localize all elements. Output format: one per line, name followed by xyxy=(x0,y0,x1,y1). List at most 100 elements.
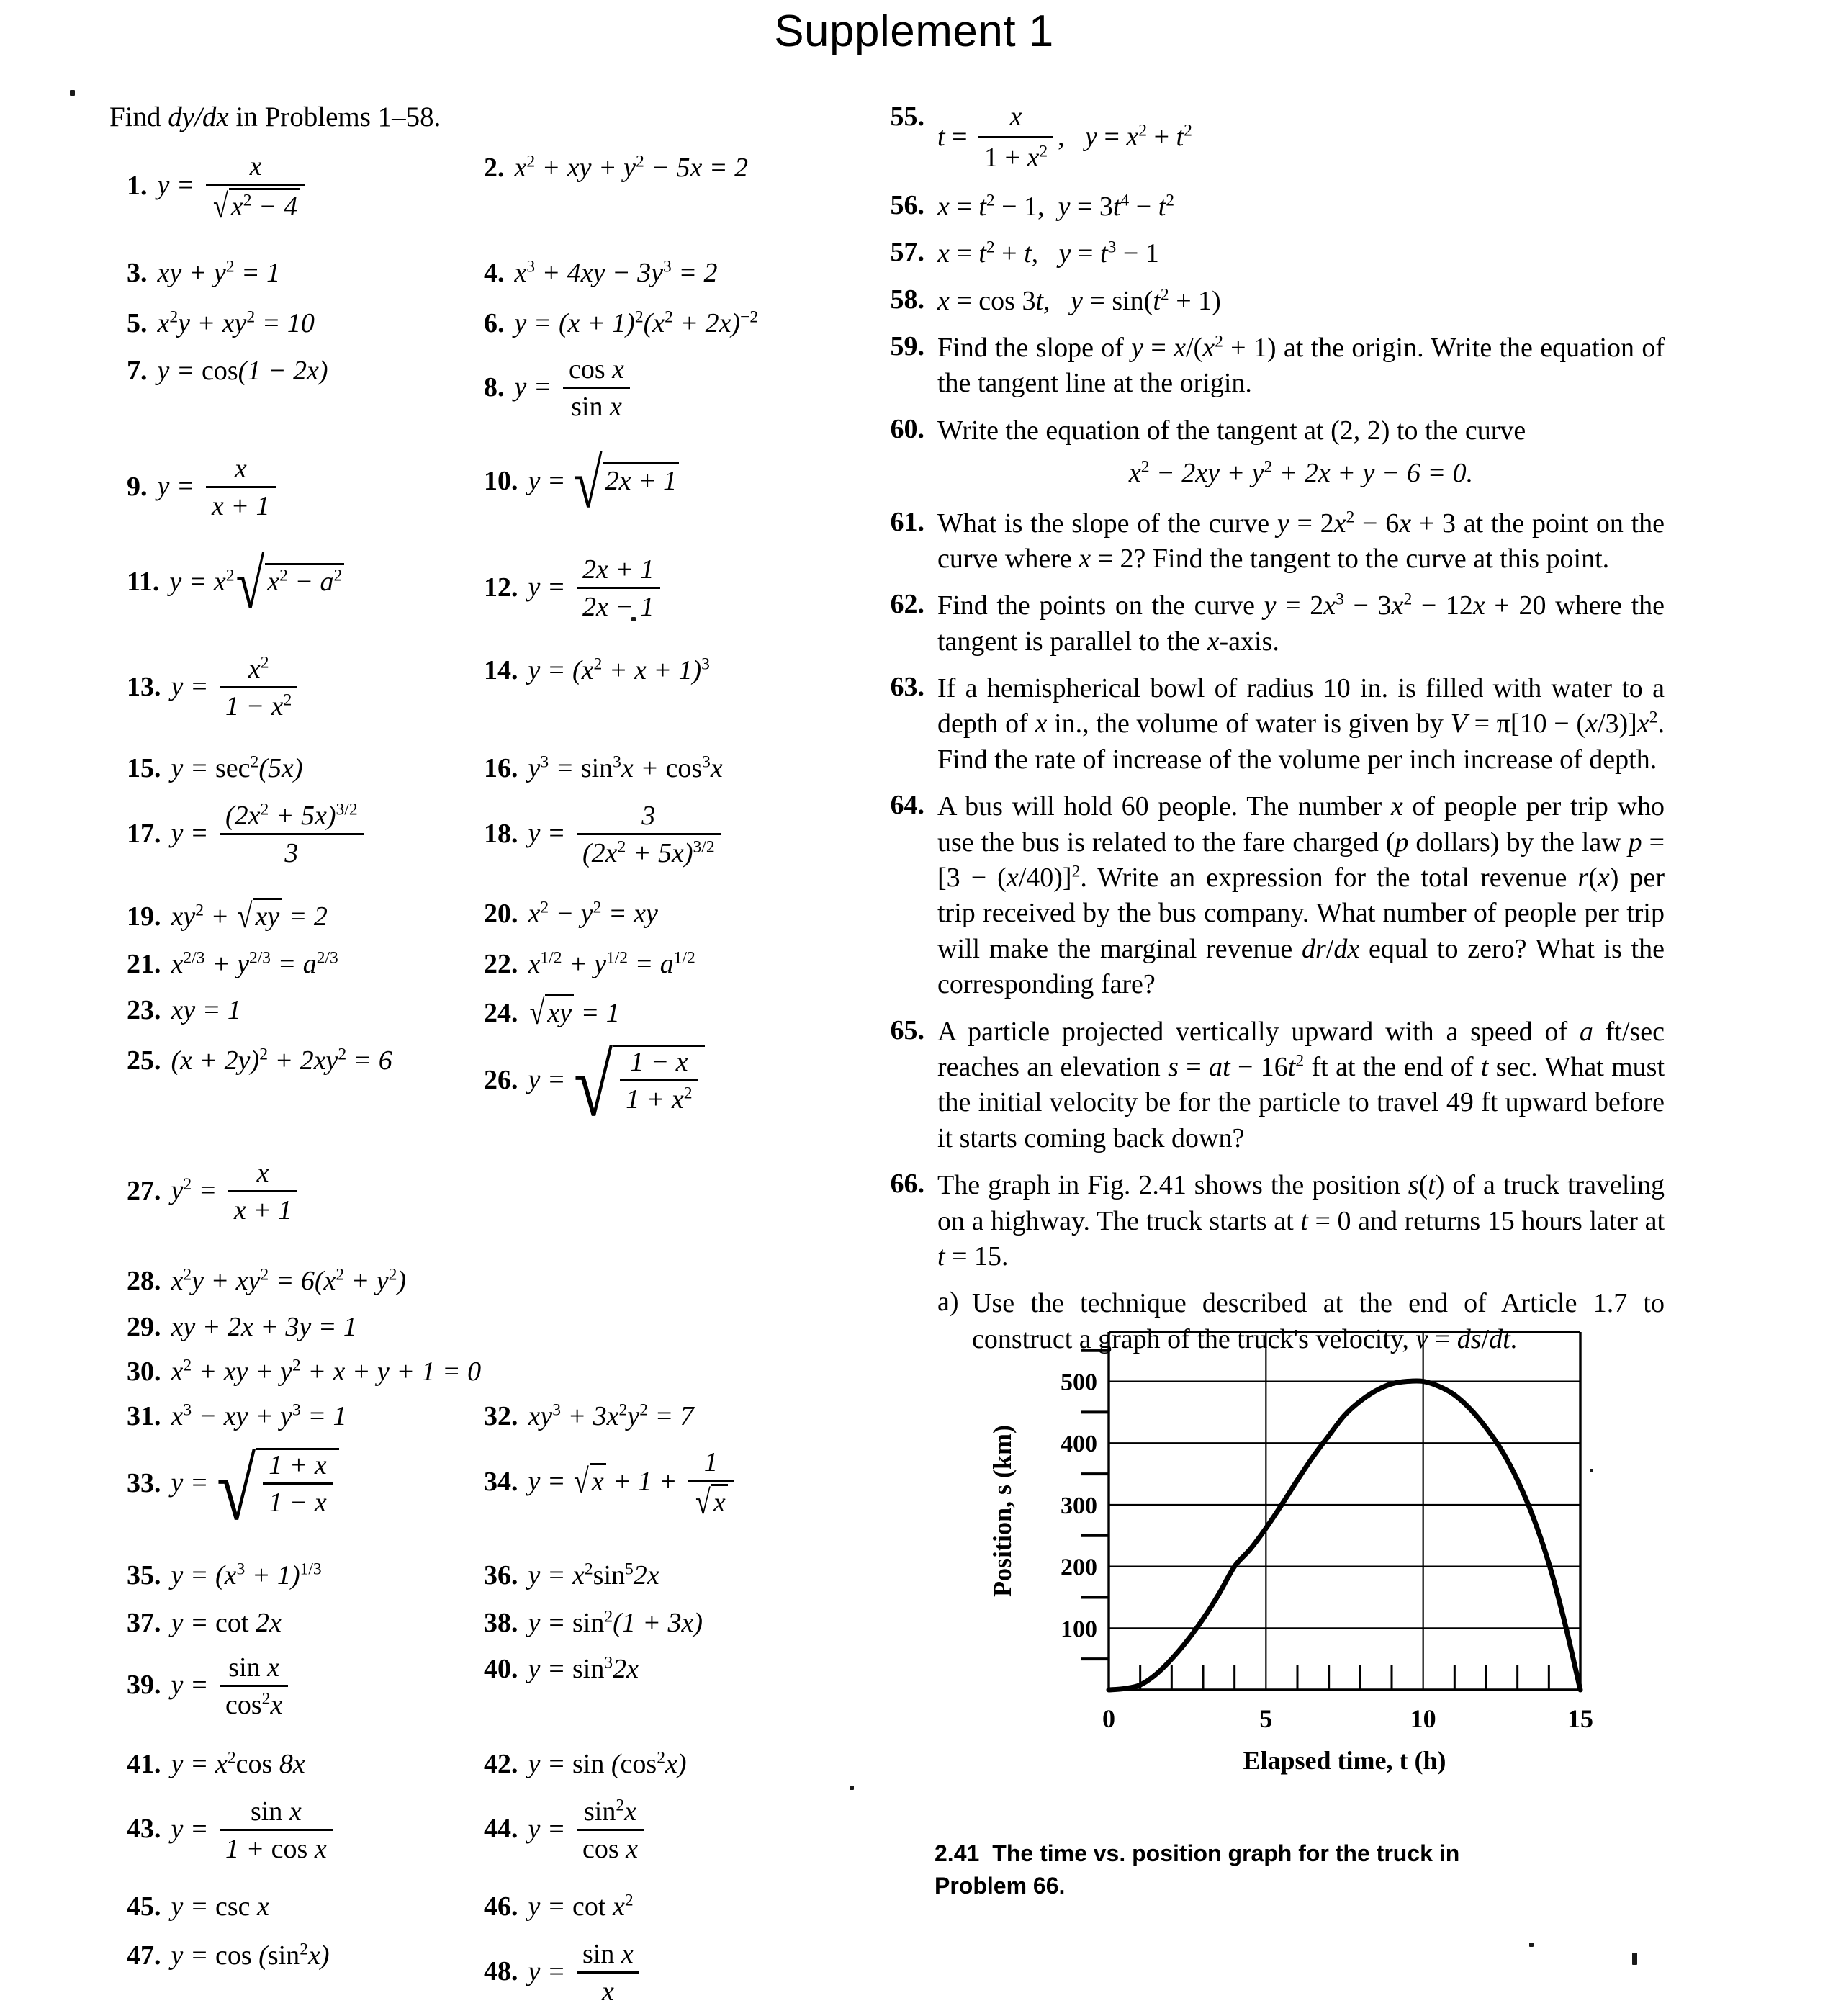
problem-item: 65. A particle projected vertically upwar… xyxy=(880,1014,1665,1157)
problem-item: 4. x3 + 4xy − 3y3 = 2 xyxy=(484,257,851,289)
problem-number: 38. xyxy=(484,1607,518,1638)
problem-expression: y = √ 1 − x1 + x2 xyxy=(528,1038,705,1135)
problem-text: Write the equation of the tangent at (2,… xyxy=(937,415,1526,489)
problem-item: 34. y = √ x + 1 + 1 √ x xyxy=(484,1447,851,1522)
problem-expression: x3 − xy + y3 = 1 xyxy=(171,1400,347,1432)
problem-item: 17. y = (2x2 + 5x)3/2 3 xyxy=(109,801,484,870)
problem-number: 40. xyxy=(484,1653,518,1684)
left-problem-list: 1. y = x √ x2 − 4 2. x2 + xy + y2 − 5x = 2 3. x… xyxy=(109,151,851,2016)
problem-number: 64. xyxy=(890,790,925,821)
position-curve xyxy=(1106,1378,1583,1693)
y-axis-label: Position, s (km) xyxy=(988,1425,1017,1597)
problem-expression: xy = 1 xyxy=(171,995,241,1025)
problem-expression: y = (x3 + 1)1/3 xyxy=(171,1560,322,1590)
problem-number: 34. xyxy=(484,1467,518,1498)
problem-item: 56. x = t2 − 1, y = 3t4 − t2 xyxy=(880,189,1665,225)
problem-item: 30. x2 + xy + y2 + x + y + 1 = 0 xyxy=(109,1356,851,1387)
problem-number: 41. xyxy=(127,1748,161,1779)
x-tick-label: 15 xyxy=(1567,1704,1593,1733)
problem-expression: xy3 + 3x2y2 = 7 xyxy=(528,1400,694,1432)
right-problem-list: 55. t = x1 + x2, y = x2 + t2 56. x = t2 − 1… xyxy=(880,101,1665,1357)
problem-item: 38. y = sin2(1 + 3x) xyxy=(484,1607,851,1639)
problem-body: 64. A bus will hold 60 people. The number… xyxy=(880,789,1665,1002)
problem-text: Find the slope of y = x/(x2 + 1) at the … xyxy=(937,332,1665,399)
problem-body: 58. x = cos 3t, y = sin(t2 + 1) xyxy=(880,284,1665,319)
problem-expression: y = x √ x2 − 4 xyxy=(158,151,310,225)
problem-text: The graph in Fig. 2.41 shows the positio… xyxy=(937,1170,1665,1272)
problem-item: 57. x = t2 + t, y = t3 − 1 xyxy=(880,236,1665,271)
problem-item: 18. y = 3 (2x2 + 5x)3/2 xyxy=(484,801,851,870)
problem-number: 55. xyxy=(890,102,925,132)
problem-number: 66. xyxy=(890,1169,925,1200)
problem-item: 13. y = x2 1 − x2 xyxy=(109,654,484,724)
problem-expression: y = (x + 1)2(x2 + 2x)−2 xyxy=(514,307,759,338)
problem-number: 18. xyxy=(484,818,518,849)
problem-body: 62. Find the points on the curve y = 2x3 … xyxy=(880,588,1665,660)
problem-item: 16. y3 = sin3x + cos3x xyxy=(484,752,851,784)
problem-expression: x2y + xy2 = 6(x2 + y2) xyxy=(171,1265,407,1297)
problem-number: 48. xyxy=(484,1956,518,1987)
x-tick-label: 5 xyxy=(1259,1704,1272,1733)
problem-number: 33. xyxy=(127,1468,161,1499)
problem-item: 5. x2y + xy2 = 10 xyxy=(109,307,484,339)
problem-item: 11. y = x2√ x2 − a2 xyxy=(109,546,484,624)
problem-row: 47. y = cos (sin2x) 48. y = sin xx xyxy=(109,1939,851,2009)
scan-speck xyxy=(1632,1953,1637,1965)
problem-number: 59. xyxy=(890,330,925,361)
problem-expression: y = sin2x cos x xyxy=(528,1796,649,1866)
problem-item: 31. x3 − xy + y3 = 1 xyxy=(109,1400,484,1432)
y-tick-label: 400 xyxy=(1061,1431,1097,1457)
problem-number: 46. xyxy=(484,1891,518,1922)
problem-item: 26. y = √ 1 − x1 + x2 xyxy=(484,1038,851,1135)
problem-body: 55. t = x1 + x2, y = x2 + t2 xyxy=(880,101,1665,178)
right-problem-column: 55. t = x1 + x2, y = x2 + t2 56. x = t2 − 1… xyxy=(880,101,1665,1357)
problem-number: 7. xyxy=(127,356,148,386)
problem-item: 55. t = x1 + x2, y = x2 + t2 xyxy=(880,101,1665,178)
problem-expression: y = sin x cos2x xyxy=(171,1652,293,1722)
problem-number: 10. xyxy=(484,466,518,497)
problem-item: 24. √ xy = 1 xyxy=(484,994,851,1032)
figure-number: 2.41 xyxy=(935,1840,980,1866)
problem-text: t = x1 + x2, y = x2 + t2 xyxy=(937,101,1665,178)
problem-number: 42. xyxy=(484,1748,518,1779)
problem-item: 44. y = sin2x cos x xyxy=(484,1796,851,1866)
problem-item: 58. x = cos 3t, y = sin(t2 + 1) xyxy=(880,284,1665,319)
problem-body: 59. Find the slope of y = x/(x2 + 1) at t… xyxy=(880,330,1665,402)
textbook-page: Supplement 1 Find dy/dx in Problems 1–58… xyxy=(0,0,1828,2016)
problem-item: 15. y = sec2(5x) xyxy=(109,752,484,784)
problem-expression: y = cos x sin x xyxy=(515,354,635,424)
problem-body: 66. The graph in Fig. 2.41 shows the posi… xyxy=(880,1168,1665,1274)
problem-expression: xy + 2x + 3y = 1 xyxy=(171,1312,357,1343)
problem-item: 3. xy + y2 = 1 xyxy=(109,257,484,289)
problem-number: 28. xyxy=(127,1266,161,1297)
problem-item: 46. y = cot x2 xyxy=(484,1891,851,1922)
problem-body: 63. If a hemispherical bowl of radius 10 … xyxy=(880,671,1665,778)
problem-number: 44. xyxy=(484,1814,518,1845)
problem-number: 35. xyxy=(127,1560,161,1590)
problem-expression: xy + y2 = 1 xyxy=(157,257,281,288)
figure-caption-text: The time vs. position graph for the truc… xyxy=(935,1840,1460,1899)
problem-row: 13. y = x2 1 − x2 14. y = (x2 + x + 1)3 xyxy=(109,654,851,724)
problem-text: x = t2 + t, y = t3 − 1 xyxy=(937,238,1159,269)
problem-item: 22. x1/2 + y1/2 = a1/2 xyxy=(484,948,851,980)
problem-number: 45. xyxy=(127,1891,161,1922)
problem-number: 60. xyxy=(890,413,925,444)
problem-row: 35. y = (x3 + 1)1/3 36. y = x2sin52x xyxy=(109,1560,851,1591)
problem-item: 10. y = √ 2x + 1 xyxy=(484,445,851,523)
problem-text: x = cos 3t, y = sin(t2 + 1) xyxy=(937,284,1221,316)
problem-number: 65. xyxy=(890,1014,925,1045)
problem-number: 23. xyxy=(127,995,161,1025)
problem-number: 61. xyxy=(890,506,925,537)
scan-speck xyxy=(70,90,75,96)
problem-number: 20. xyxy=(484,899,518,929)
problem-row: 17. y = (2x2 + 5x)3/2 3 18. y = 3 (2x2 + 5x)3… xyxy=(109,801,851,870)
problem-item: 42. y = sin (cos2x) xyxy=(484,1748,851,1780)
problem-item: 43. y = sin x1 + cos x xyxy=(109,1796,484,1866)
problem-expression: y = sin xx xyxy=(528,1939,644,2009)
y-tick-label: 100 xyxy=(1061,1616,1097,1642)
problem-row: 43. y = sin x1 + cos x 44. y = sin2x cos x xyxy=(109,1796,851,1866)
problem-number: 5. xyxy=(127,308,148,338)
problem-item: 7. y = cos(1 − 2x) xyxy=(109,355,484,387)
problem-expression: x2/3 + y2/3 = a2/3 xyxy=(171,948,338,979)
problem-expression: x2y + xy2 = 10 xyxy=(157,307,315,338)
